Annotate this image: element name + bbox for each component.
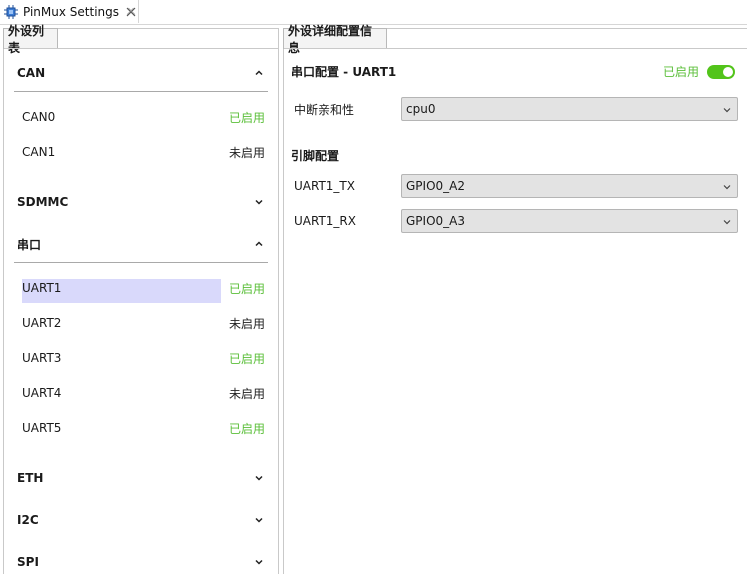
group-header-eth[interactable]: ETH	[4, 467, 278, 489]
group-header-sdmmc[interactable]: SDMMC	[4, 191, 278, 213]
chevron-down-icon[interactable]	[254, 557, 264, 567]
item-name: UART5	[22, 421, 62, 435]
peripheral-list-panel: 外设列表 CAN CAN0 已启用 CAN1 未启用 SDMMC 串口 UART…	[3, 24, 279, 574]
pin-value: GPIO0_A3	[406, 214, 465, 228]
tab-peripheral-detail[interactable]: 外设详细配置信息	[283, 24, 387, 55]
chip-icon	[4, 4, 18, 19]
chevron-up-icon[interactable]	[254, 239, 264, 249]
group-title: I2C	[17, 513, 39, 527]
pin-row-rx: UART1_RX GPIO0_A3	[294, 209, 739, 233]
status-label: 已启用	[228, 351, 265, 366]
item-name: UART3	[22, 351, 62, 365]
status-label: 已启用	[228, 281, 265, 296]
item-name: UART1	[22, 281, 62, 295]
tab-divider	[4, 48, 278, 49]
pin-value: GPIO0_A2	[406, 179, 465, 193]
list-item-uart5[interactable]: UART5 已启用	[22, 416, 265, 440]
item-name: UART4	[22, 386, 62, 400]
list-item-can0[interactable]: CAN0 已启用	[22, 105, 265, 129]
enable-toggle[interactable]	[707, 64, 735, 79]
group-title: ETH	[17, 471, 44, 485]
enabled-label: 已启用	[662, 65, 699, 79]
group-divider	[14, 262, 268, 263]
group-title: 串口	[17, 237, 42, 252]
item-name: CAN1	[22, 145, 56, 159]
pin-config-title: 引脚配置	[291, 149, 340, 163]
editor-tab-pinmux[interactable]: PinMux Settings	[0, 0, 139, 23]
chevron-down-icon	[722, 217, 732, 227]
chevron-down-icon	[722, 182, 732, 192]
tab-peripheral-list[interactable]: 外设列表	[3, 24, 58, 55]
pin-row-tx: UART1_TX GPIO0_A2	[294, 174, 739, 198]
group-divider	[14, 91, 268, 92]
enable-control: 已启用	[663, 63, 735, 80]
item-name: UART2	[22, 316, 62, 330]
group-header-serial[interactable]: 串口	[4, 233, 278, 255]
editor-tab-title: PinMux Settings	[23, 4, 120, 19]
pin-select-tx[interactable]: GPIO0_A2	[401, 174, 738, 198]
group-header-i2c[interactable]: I2C	[4, 509, 278, 531]
chevron-down-icon	[722, 105, 732, 115]
toggle-knob	[723, 66, 733, 77]
list-item-uart1[interactable]: UART1 已启用	[22, 276, 265, 300]
tab-divider	[284, 48, 747, 49]
chevron-down-icon[interactable]	[254, 473, 264, 483]
chevron-up-icon[interactable]	[254, 68, 264, 78]
group-title: SPI	[17, 555, 39, 569]
pin-label: UART1_TX	[294, 179, 355, 193]
status-label: 未启用	[228, 145, 265, 160]
pin-select-rx[interactable]: GPIO0_A3	[401, 209, 738, 233]
affinity-select[interactable]: cpu0	[401, 97, 738, 121]
list-item-uart2[interactable]: UART2 未启用	[22, 311, 265, 335]
item-name: CAN0	[22, 110, 56, 124]
affinity-label: 中断亲和性	[294, 102, 355, 117]
status-label: 已启用	[228, 421, 265, 436]
affinity-row: 中断亲和性 cpu0	[294, 97, 739, 121]
group-title: SDMMC	[17, 195, 69, 209]
group-title: CAN	[17, 66, 46, 80]
status-label: 未启用	[228, 386, 265, 401]
list-item-uart3[interactable]: UART3 已启用	[22, 346, 265, 370]
group-header-can[interactable]: CAN	[4, 62, 278, 84]
serial-config-title: 串口配置 - UART1	[291, 65, 397, 79]
close-icon[interactable]	[125, 6, 137, 18]
pin-label: UART1_RX	[294, 214, 356, 228]
affinity-value: cpu0	[406, 102, 436, 116]
chevron-down-icon[interactable]	[254, 197, 264, 207]
status-label: 已启用	[228, 110, 265, 125]
status-label: 未启用	[228, 316, 265, 331]
list-item-can1[interactable]: CAN1 未启用	[22, 140, 265, 164]
peripheral-detail-panel: 外设详细配置信息 串口配置 - UART1 已启用 中断亲和性 cpu0 引脚配…	[283, 24, 747, 574]
chevron-down-icon[interactable]	[254, 515, 264, 525]
list-item-uart4[interactable]: UART4 未启用	[22, 381, 265, 405]
group-header-spi[interactable]: SPI	[4, 551, 278, 573]
